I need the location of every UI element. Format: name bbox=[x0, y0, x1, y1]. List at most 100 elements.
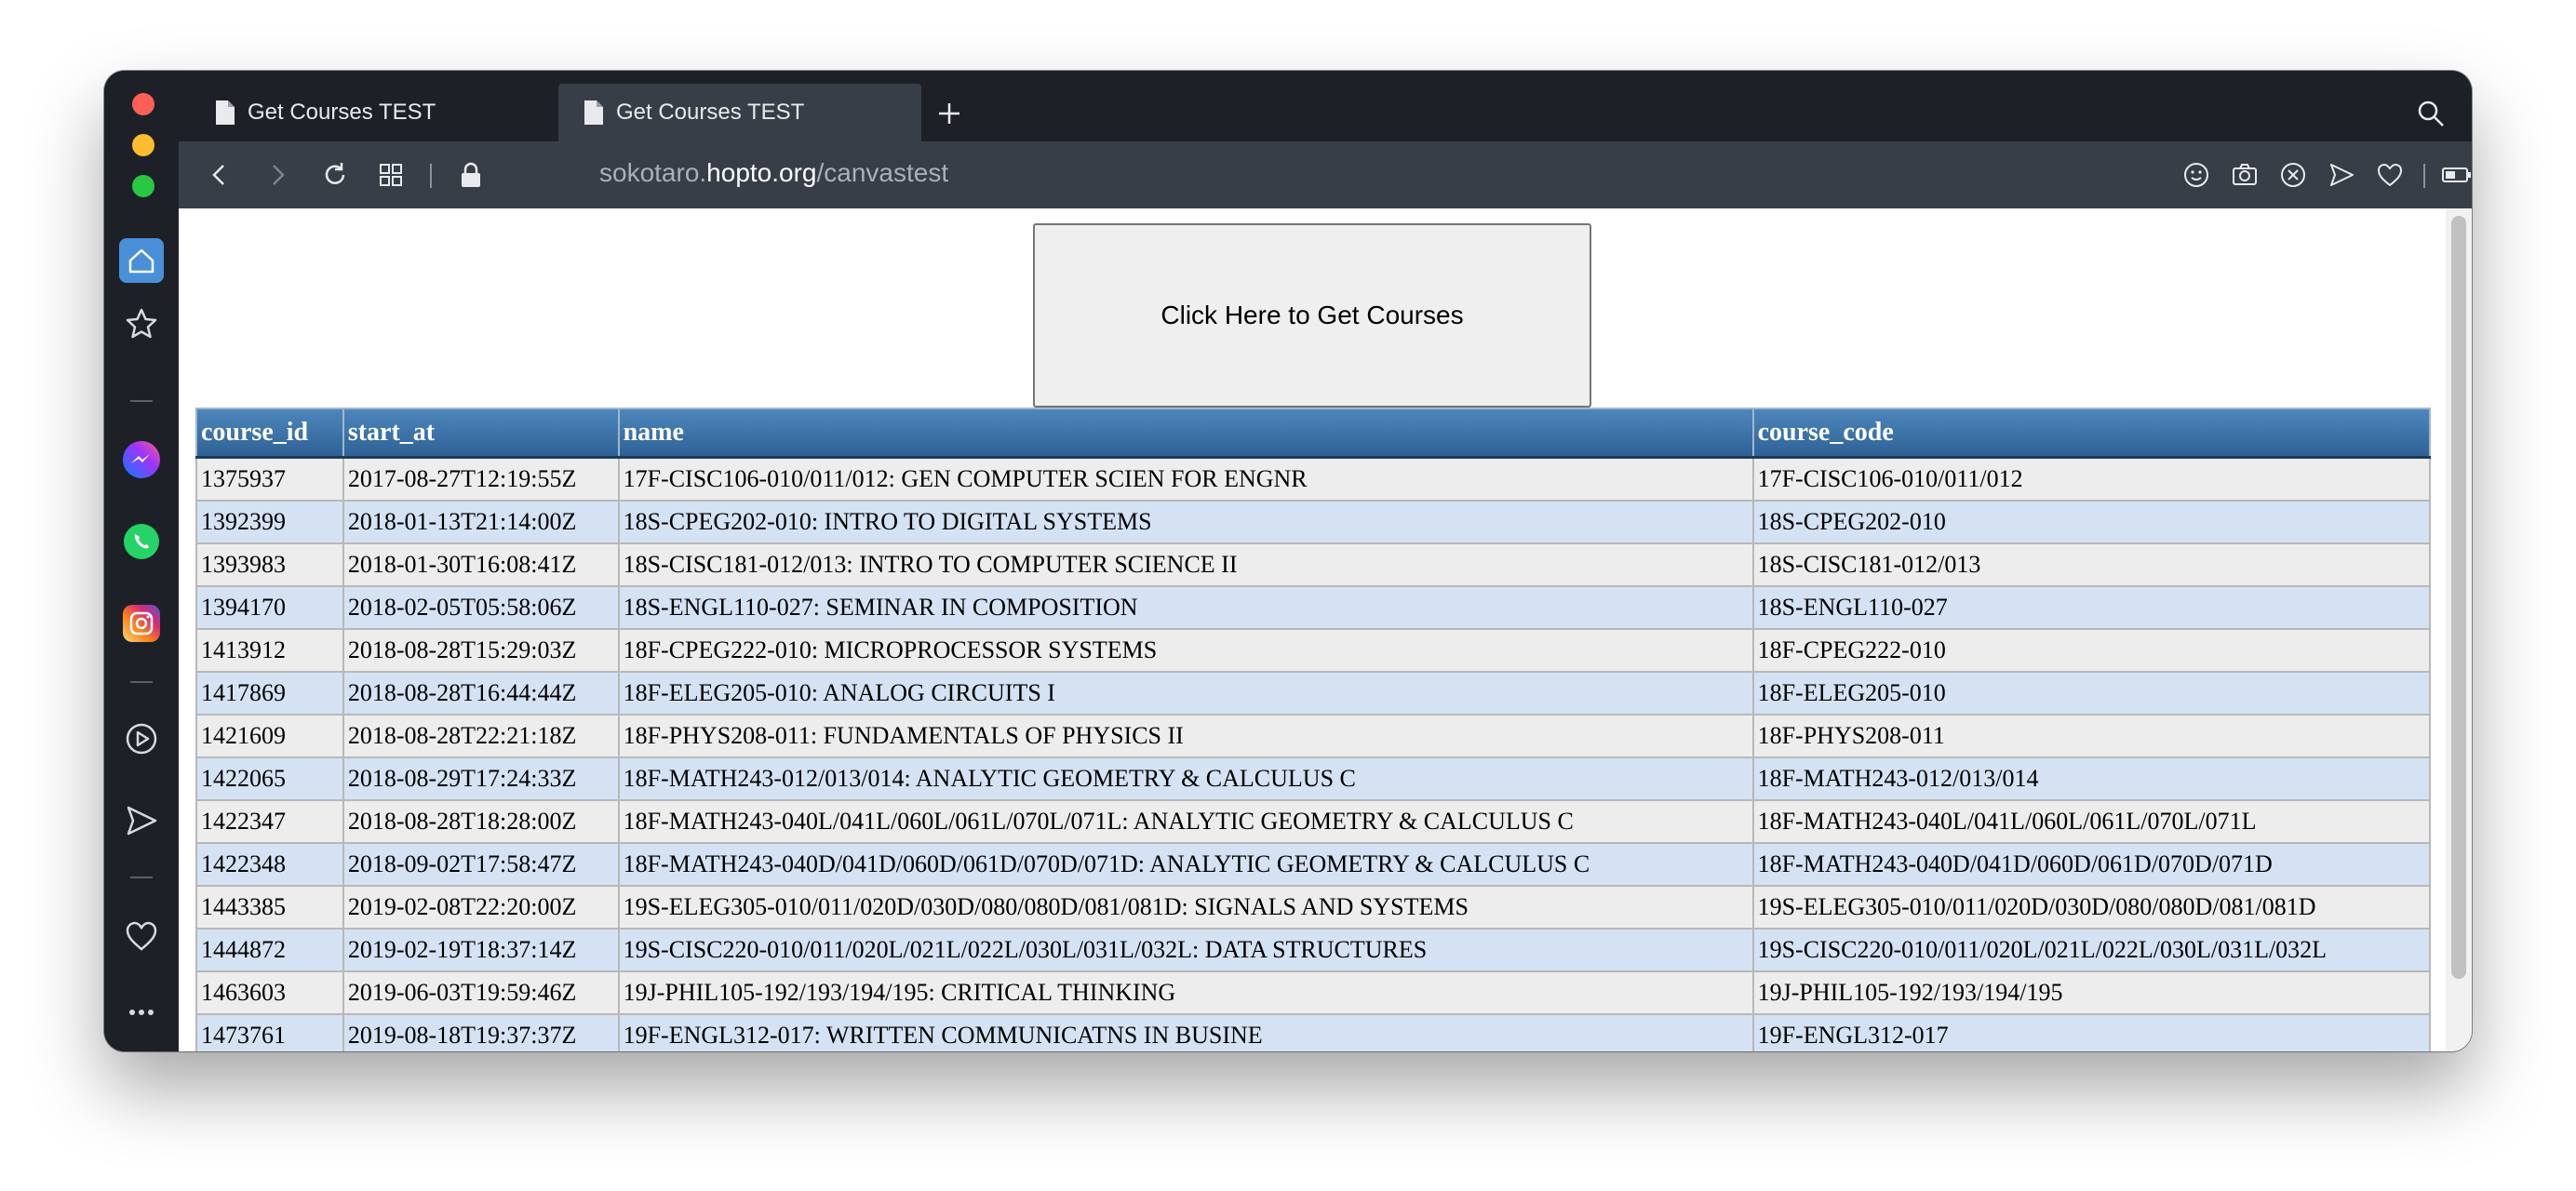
cell-name: 19F-ENGL312-017: WRITTEN COMMUNICATNS IN… bbox=[617, 1013, 1754, 1051]
courses-table: course_id start_at name course_code 1375… bbox=[195, 408, 2432, 1051]
minimize-window-button[interactable] bbox=[132, 134, 154, 156]
snapshot-button[interactable] bbox=[2224, 154, 2265, 195]
player-icon[interactable] bbox=[117, 715, 166, 763]
get-courses-button[interactable]: Click Here to Get Courses bbox=[1033, 223, 1591, 408]
messenger-icon[interactable] bbox=[117, 435, 166, 484]
cell-start-at: 2018-02-05T05:58:06Z bbox=[342, 585, 620, 630]
close-window-button[interactable] bbox=[132, 93, 154, 115]
back-arrow-icon bbox=[212, 165, 224, 185]
heart-icon[interactable] bbox=[117, 912, 166, 960]
adblock-button[interactable] bbox=[2273, 154, 2314, 195]
cell-course-id: 1421609 bbox=[195, 714, 344, 758]
instagram-icon[interactable] bbox=[117, 599, 166, 648]
cell-name: 18F-CPEG222-010: MICROPROCESSOR SYSTEMS bbox=[617, 628, 1754, 673]
cell-course-code: 18S-ENGL110-027 bbox=[1751, 585, 2432, 630]
reload-icon bbox=[325, 163, 345, 184]
table-header-row: course_id start_at name course_code bbox=[195, 408, 2432, 459]
cell-start-at: 2019-08-18T19:37:37Z bbox=[342, 1013, 620, 1051]
browser-sidebar bbox=[104, 71, 179, 1051]
cell-course-id: 1444872 bbox=[195, 928, 344, 972]
lock-icon[interactable] bbox=[450, 154, 491, 195]
table-row: 1422348 2018-09-02T17:58:47Z 18F-MATH243-0… bbox=[195, 842, 2432, 887]
my-flow-button[interactable] bbox=[2369, 154, 2410, 195]
forward-arrow-icon bbox=[273, 165, 285, 185]
cell-course-id: 1375937 bbox=[195, 456, 344, 502]
reload-button[interactable] bbox=[315, 154, 356, 195]
tab-get-courses-active[interactable]: Get Courses TEST bbox=[558, 84, 921, 141]
grid-icon bbox=[380, 164, 402, 186]
header-name: name bbox=[617, 408, 1754, 459]
star-icon[interactable] bbox=[117, 300, 166, 348]
cell-course-code: 19S-ELEG305-010/011/020D/030D/080/080D/0… bbox=[1751, 885, 2432, 930]
tab-get-courses[interactable]: Get Courses TEST bbox=[190, 84, 553, 141]
cell-course-id: 1422347 bbox=[195, 799, 344, 844]
camera-icon bbox=[2233, 164, 2257, 185]
battery-button[interactable] bbox=[2436, 154, 2472, 195]
tiles-button[interactable] bbox=[370, 154, 411, 195]
more-icon[interactable] bbox=[117, 988, 166, 1037]
table-row: 1375937 2017-08-27T12:19:55Z 17F-CISC106-0… bbox=[195, 456, 2432, 502]
cell-start-at: 2018-01-13T21:14:00Z bbox=[342, 500, 620, 544]
send-icon bbox=[2330, 164, 2354, 186]
document-icon bbox=[214, 100, 236, 126]
cell-course-code: 18F-CPEG222-010 bbox=[1751, 628, 2432, 673]
cell-start-at: 2018-08-28T22:21:18Z bbox=[342, 714, 620, 758]
address-divider bbox=[2423, 164, 2425, 188]
url-host: hopto.org bbox=[706, 158, 817, 187]
cell-name: 18F-PHYS208-011: FUNDAMENTALS OF PHYSICS… bbox=[617, 714, 1754, 758]
cell-course-code: 18S-CISC181-012/013 bbox=[1751, 542, 2432, 587]
cell-course-code: 19F-ENGL312-017 bbox=[1751, 1013, 2432, 1051]
page-content: Click Here to Get Courses course_id star… bbox=[179, 208, 2472, 1051]
scrollbar-thumb[interactable] bbox=[2451, 216, 2466, 979]
cell-start-at: 2018-08-28T16:44:44Z bbox=[342, 671, 620, 716]
cell-start-at: 2019-06-03T19:59:46Z bbox=[342, 970, 620, 1015]
send-icon[interactable] bbox=[117, 796, 166, 845]
header-start-at: start_at bbox=[342, 408, 620, 459]
table-row: 1393983 2018-01-30T16:08:41Z 18S-CISC181-0… bbox=[195, 542, 2432, 587]
cell-course-code: 18F-MATH243-040D/041D/060D/061D/070D/071… bbox=[1751, 842, 2432, 887]
cell-course-id: 1413912 bbox=[195, 628, 344, 673]
cell-start-at: 2019-02-19T18:37:14Z bbox=[342, 928, 620, 972]
new-tab-button[interactable] bbox=[927, 91, 972, 136]
cell-start-at: 2018-08-28T15:29:03Z bbox=[342, 628, 620, 673]
document-icon bbox=[583, 100, 605, 126]
cell-name: 19S-ELEG305-010/011/020D/030D/080/080D/0… bbox=[617, 885, 1754, 930]
cell-course-id: 1392399 bbox=[195, 500, 344, 544]
forward-button[interactable] bbox=[257, 154, 298, 195]
table-row: 1422065 2018-08-29T17:24:33Z 18F-MATH243-0… bbox=[195, 756, 2432, 801]
cell-name: 18S-CPEG202-010: INTRO TO DIGITAL SYSTEM… bbox=[617, 500, 1754, 544]
zoom-window-button[interactable] bbox=[132, 175, 154, 197]
cell-start-at: 2018-08-29T17:24:33Z bbox=[342, 756, 620, 801]
cell-course-id: 1394170 bbox=[195, 585, 344, 630]
cell-course-code: 18F-MATH243-012/013/014 bbox=[1751, 756, 2432, 801]
cell-name: 18F-MATH243-040L/041L/060L/061L/070L/071… bbox=[617, 799, 1754, 844]
cell-name: 19J-PHIL105-192/193/194/195: CRITICAL TH… bbox=[617, 970, 1754, 1015]
cell-name: 18S-CISC181-012/013: INTRO TO COMPUTER S… bbox=[617, 542, 1754, 587]
url-path: /canvastest bbox=[816, 158, 949, 187]
smiley-icon bbox=[2184, 163, 2208, 187]
cell-course-id: 1417869 bbox=[195, 671, 344, 716]
table-row: 1421609 2018-08-28T22:21:18Z 18F-PHYS208-0… bbox=[195, 714, 2432, 758]
cell-name: 17F-CISC106-010/011/012: GEN COMPUTER SC… bbox=[617, 456, 1754, 502]
table-row: 1394170 2018-02-05T05:58:06Z 18S-ENGL110-0… bbox=[195, 585, 2432, 630]
cell-course-id: 1473761 bbox=[195, 1013, 344, 1051]
home-icon[interactable] bbox=[117, 236, 166, 285]
header-course-code: course_code bbox=[1751, 408, 2432, 459]
sidebar-divider bbox=[130, 877, 153, 878]
cell-course-id: 1422065 bbox=[195, 756, 344, 801]
cell-course-id: 1393983 bbox=[195, 542, 344, 587]
sidebar-divider bbox=[130, 681, 153, 683]
back-button[interactable] bbox=[199, 154, 240, 195]
whatsapp-icon[interactable] bbox=[117, 517, 166, 566]
table-row: 1463603 2019-06-03T19:59:46Z 19J-PHIL105-1… bbox=[195, 970, 2432, 1015]
vertical-scrollbar[interactable] bbox=[2446, 208, 2472, 1051]
tab-bar: Get Courses TEST Get Courses TEST bbox=[179, 71, 2472, 141]
url-field[interactable]: sokotaro.hopto.org/canvastest bbox=[599, 158, 948, 188]
cell-course-id: 1463603 bbox=[195, 970, 344, 1015]
flow-button[interactable] bbox=[2321, 154, 2362, 195]
table-row: 1473761 2019-08-18T19:37:37Z 19F-ENGL312-0… bbox=[195, 1013, 2432, 1051]
cell-course-code: 18F-MATH243-040L/041L/060L/061L/070L/071… bbox=[1751, 799, 2432, 844]
emoji-button[interactable] bbox=[2176, 154, 2217, 195]
heart-icon bbox=[2377, 163, 2403, 187]
search-tabs-button[interactable] bbox=[2408, 91, 2453, 136]
